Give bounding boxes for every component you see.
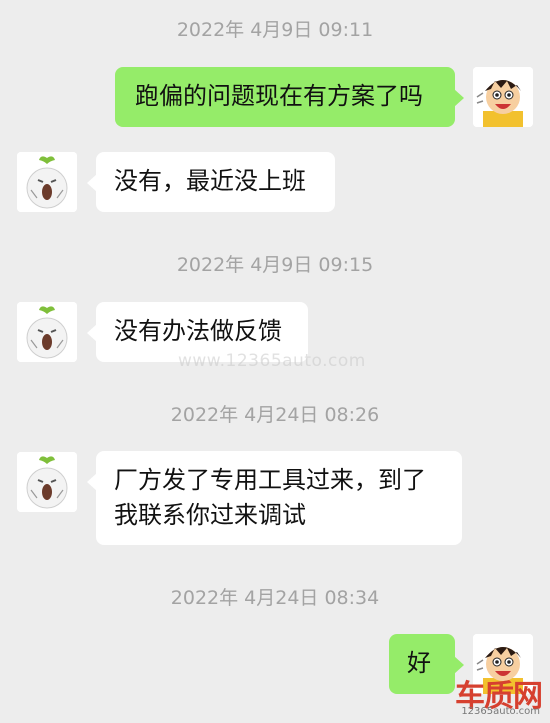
timestamp: 2022年 4月24日 08:34 <box>170 587 380 609</box>
message-text-line: 我联系你过来调试 <box>114 501 306 529</box>
radish-avatar-icon <box>17 452 77 512</box>
received-message-bubble[interactable]: 厂方发了专用工具过来，到了 我联系你过来调试 <box>87 451 462 545</box>
site-logo: 车质网 12365auto.com <box>454 671 544 717</box>
received-message-bubble[interactable]: 没有，最近没上班 <box>87 152 335 212</box>
self-avatar[interactable] <box>473 67 533 127</box>
radish-avatar-icon <box>17 302 77 362</box>
contact-avatar[interactable] <box>17 452 77 512</box>
timestamp: 2022年 4月9日 09:15 <box>176 254 374 276</box>
sent-message-bubble[interactable]: 跑偏的问题现在有方案了吗 <box>115 67 464 127</box>
timestamp: 2022年 4月9日 09:11 <box>176 19 374 41</box>
message-text: 好 <box>407 649 431 677</box>
boy-avatar-icon <box>473 67 533 127</box>
contact-avatar[interactable] <box>17 152 77 212</box>
radish-avatar-icon <box>17 152 77 212</box>
contact-avatar[interactable] <box>17 302 77 362</box>
timestamp: 2022年 4月24日 08:26 <box>170 404 380 426</box>
message-text-line: 厂方发了专用工具过来，到了 <box>114 466 426 494</box>
message-text: 没有，最近没上班 <box>114 167 306 195</box>
message-text: 跑偏的问题现在有方案了吗 <box>135 82 423 110</box>
sent-message-bubble[interactable]: 好 <box>389 634 464 694</box>
message-text: 没有办法做反馈 <box>114 317 282 345</box>
watermark: www.12365auto.com <box>178 351 366 371</box>
logo-url: 12365auto.com <box>461 706 540 717</box>
